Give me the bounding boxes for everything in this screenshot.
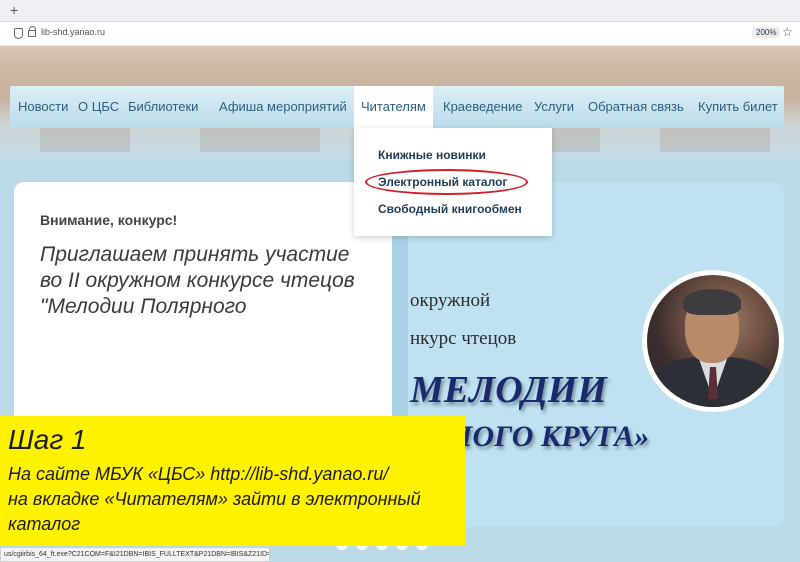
dropdown-item-new-books[interactable]: Книжные новинки — [378, 148, 486, 162]
address-bar[interactable]: lib-shd.yanao.ru 200% ☆ — [0, 22, 800, 46]
nav-item-services[interactable]: Услуги — [534, 86, 574, 128]
readers-dropdown-menu: Книжные новинки Электронный каталог Своб… — [354, 128, 552, 236]
browser-tab-bar: + — [0, 0, 800, 22]
banner-line-1: окружной — [410, 290, 491, 311]
browser-status-url: us/cgiirbis_64_ft.exe?C21COM=F&I21DBN=IB… — [0, 547, 270, 562]
banner-title-line-1: МЕЛОДИИ — [410, 369, 607, 411]
instruction-line-1: На сайте МБУК «ЦБС» http://lib-shd.yanao… — [8, 464, 389, 484]
poet-portrait — [642, 270, 784, 412]
nav-item-libraries[interactable]: Библиотеки — [128, 86, 198, 128]
announcement-text: Приглашаем принять участие во II окружно… — [40, 243, 355, 318]
star-icon[interactable]: ☆ — [782, 25, 793, 39]
shield-icon[interactable] — [14, 28, 23, 39]
main-navigation: Новости О ЦБС Библиотеки Афиша мероприят… — [10, 86, 784, 128]
banner-line-2: нкурс чтецов — [410, 328, 517, 349]
instruction-title: Шаг 1 — [8, 424, 87, 455]
instruction-line-3: каталог — [8, 514, 81, 534]
highlight-ellipse — [365, 169, 528, 195]
new-tab-button[interactable]: + — [10, 2, 18, 18]
nav-item-local-history[interactable]: Краеведение — [443, 86, 522, 128]
lock-icon[interactable] — [28, 26, 36, 37]
nav-item-events[interactable]: Афиша мероприятий — [219, 86, 347, 128]
announcement-heading: Внимание, конкурс! — [40, 212, 178, 228]
nav-item-readers[interactable]: Читателям — [354, 86, 433, 128]
nav-item-news[interactable]: Новости — [18, 86, 68, 128]
nav-item-about[interactable]: О ЦБС — [78, 86, 119, 128]
zoom-level[interactable]: 200% — [752, 27, 781, 38]
instruction-line-2: на вкладке «Читателям» зайти в электронн… — [8, 489, 421, 509]
nav-item-buy-ticket[interactable]: Купить билет — [698, 86, 778, 128]
nav-item-feedback[interactable]: Обратная связь — [588, 86, 684, 128]
dropdown-item-book-exchange[interactable]: Свободный книгообмен — [378, 202, 522, 216]
url-text[interactable]: lib-shd.yanao.ru — [41, 27, 105, 37]
